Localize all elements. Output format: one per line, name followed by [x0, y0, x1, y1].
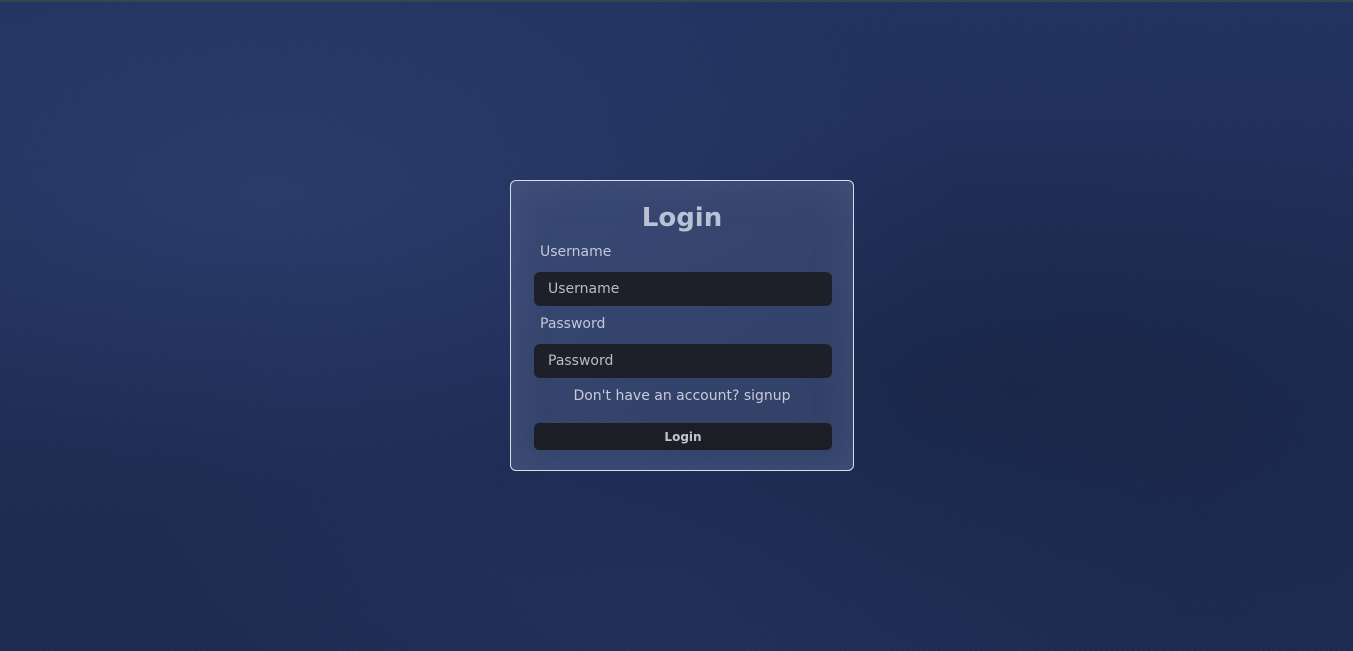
signup-prompt-text: Don't have an account? [573, 388, 740, 404]
top-edge-strip [0, 0, 1353, 2]
login-button[interactable]: Login [534, 423, 832, 450]
login-card: Login Username Password Don't have an ac… [510, 180, 854, 471]
username-label: Username [540, 244, 612, 260]
username-input[interactable] [534, 272, 832, 306]
login-title: Login [641, 203, 723, 233]
signup-prompt: Don't have an account? signup [511, 387, 853, 405]
signup-link[interactable]: signup [744, 388, 791, 404]
password-input[interactable] [534, 344, 832, 378]
password-label: Password [540, 316, 606, 332]
